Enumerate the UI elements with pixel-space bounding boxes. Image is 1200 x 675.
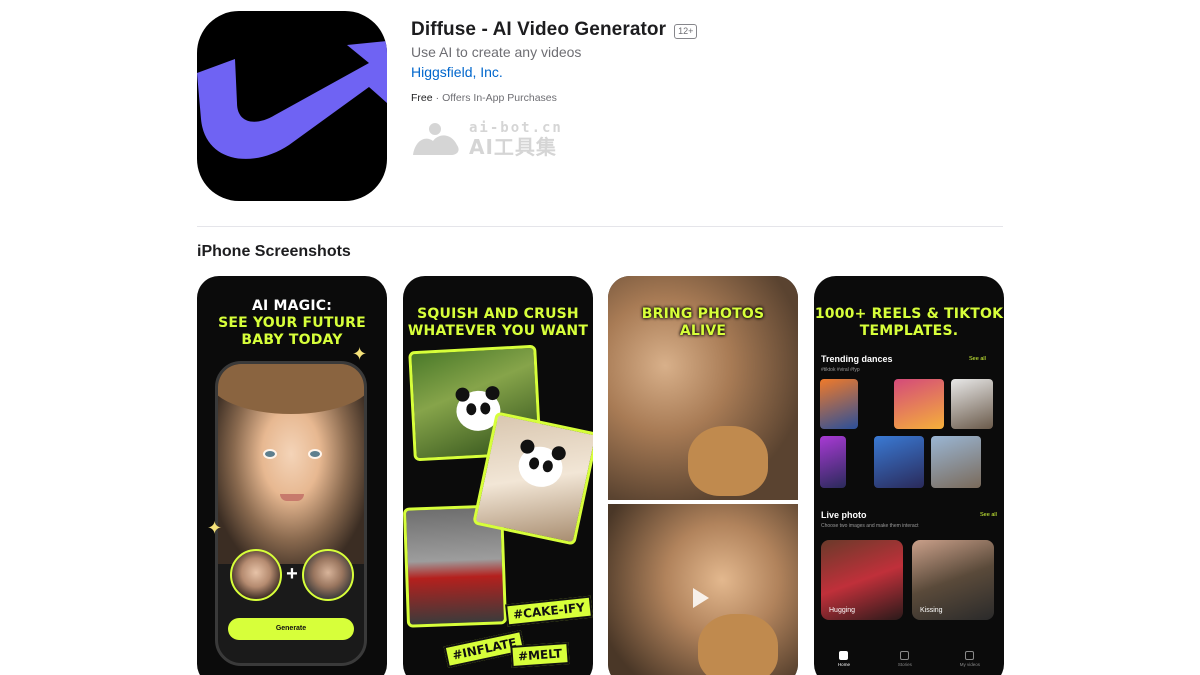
dance-thumbnail [951,379,993,429]
tab-my-videos: My videos [960,651,980,667]
title-row: Diffuse - AI Video Generator 12+ [411,19,698,41]
home-icon [839,651,849,660]
age-rating-badge: 12+ [674,23,698,39]
live-hugging-card: Hugging [821,540,903,620]
live-kissing-card: Kissing [912,540,994,620]
dance-thumbnail [894,379,944,429]
tab-stories: Stories [898,651,912,667]
stories-icon [900,651,910,660]
parent-avatar-2 [302,549,354,601]
screenshots-section-title: iPhone Screenshots [197,243,351,260]
tab-home: Home [838,651,850,667]
watermark: ai-bot.cn AI工具集 [411,121,563,157]
watermark-brand: AI工具集 [469,135,557,159]
see-all-link: See all [980,512,997,518]
tag-melt: #MELT [510,642,570,668]
screenshot-4[interactable]: 1000+ REELS & TIKTOK TEMPLATES. Trending… [814,276,1004,675]
shot2-headline-line1: SQUISH AND CRUSH [417,306,579,322]
tab-bar: Home Stories My videos [814,644,1004,674]
section-divider [197,226,1003,227]
sparkle-icon: ✦ [352,344,368,364]
video-icon [965,651,975,660]
arrow-logo-icon [197,41,387,159]
phone-mockup: + Generate [215,361,367,666]
tab-my-videos-label: My videos [959,662,981,667]
developer-link[interactable]: Higgsfield, Inc. [411,64,503,80]
live-kissing-label: Kissing [920,607,943,614]
screenshot-1[interactable]: AI MAGIC: SEE YOUR FUTURE BABY TODAY ✦ +… [197,276,387,675]
iap-note: Offers In-App Purchases [442,92,557,104]
see-all-link: See all [969,356,986,362]
tag-cake-ify: #CAKE-IFY [505,595,593,627]
shot2-headline-line2: WHATEVER YOU WANT [407,323,589,339]
live-hugging-label: Hugging [829,607,856,614]
dance-thumbnail [820,379,858,429]
shot1-headline-line2: SEE YOUR FUTURE [218,315,366,331]
dance-thumbnail [820,436,846,488]
trending-dances-title: Trending dances [821,354,893,364]
screenshot-2[interactable]: SQUISH AND CRUSH WHATEVER YOU WANT #CAKE… [403,276,593,675]
price-separator: · [435,92,440,104]
app-icon [197,11,387,201]
tab-home-label: Home [837,662,850,667]
sparkle-icon: ✦ [207,518,223,538]
screenshot-3[interactable]: BRING PHOTOS ALIVE [608,276,798,675]
live-photo-title: Live photo [821,510,867,520]
shot4-headline-line1: 1000+ REELS & TIKTOK [814,306,1004,322]
play-icon [693,588,709,608]
shot3-headline-line1: BRING PHOTOS [641,306,765,322]
price-label: Free [411,92,433,104]
baby-photo [218,364,364,564]
tab-stories-label: Stories [897,662,912,667]
app-subtitle: Use AI to create any videos [411,44,582,60]
trending-tags: #tiktok #viral #fyp [821,367,860,373]
shot1-headline-line1: AI MAGIC: [251,298,333,314]
watermark-url: ai-bot.cn [469,120,563,136]
dance-thumbnail [874,436,924,488]
dance-thumbnail [931,436,981,488]
shot3-headline-line2: ALIVE [679,323,727,339]
live-photo-subtitle: Choose two images and make them interact [821,523,919,529]
parent-avatar-1 [230,549,282,601]
app-title: Diffuse - AI Video Generator [411,19,667,40]
price-info: Free · Offers In-App Purchases [411,92,557,104]
shot4-headline-line2: TEMPLATES. [859,323,959,339]
plus-icon: + [286,563,298,585]
generate-button: Generate [228,618,354,640]
watermark-logo-icon [413,123,459,155]
